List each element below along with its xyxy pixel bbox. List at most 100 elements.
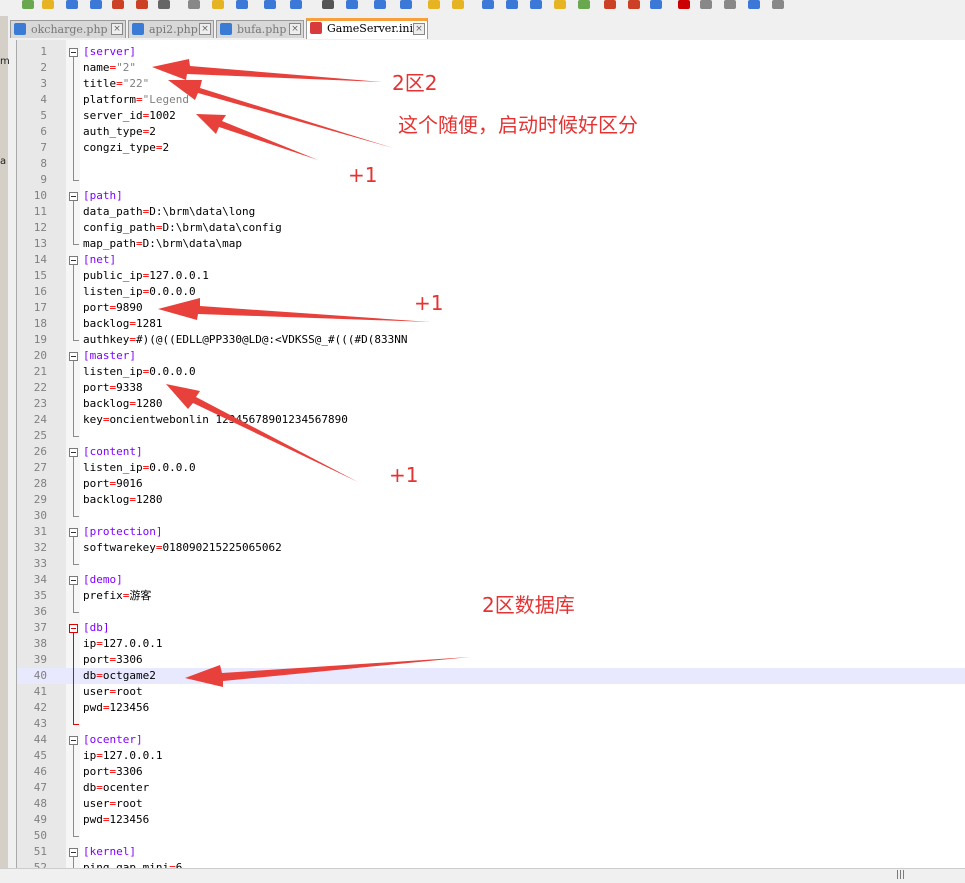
code-line[interactable]: 30 <box>17 508 965 524</box>
code-line[interactable]: 10 [path] <box>17 188 965 204</box>
code-line[interactable]: 31 [protection] <box>17 524 965 540</box>
fold-toggle-icon[interactable] <box>69 256 78 265</box>
toolbar-button-icon[interactable] <box>452 0 464 9</box>
line-text[interactable]: [kernel] <box>83 844 136 860</box>
line-text[interactable]: backlog=1280 <box>83 396 162 412</box>
line-text[interactable]: map_path=D:\brm\data\map <box>83 236 242 252</box>
code-line[interactable]: 1 [server] <box>17 44 965 60</box>
code-line[interactable]: 18 backlog=1281 <box>17 316 965 332</box>
code-line[interactable]: 17 port=9890 <box>17 300 965 316</box>
fold-toggle-icon[interactable] <box>69 736 78 745</box>
code-line[interactable]: 32 softwarekey=018090215225065062 <box>17 540 965 556</box>
tab-bufa[interactable]: bufa.php × <box>216 20 304 38</box>
code-line[interactable]: 8 <box>17 156 965 172</box>
line-text[interactable]: user=root <box>83 684 143 700</box>
horizontal-scrollbar[interactable]: ||| <box>0 868 965 883</box>
toolbar-button-icon[interactable] <box>604 0 616 9</box>
line-text[interactable]: key=oncientwebonlin 12345678901234567890 <box>83 412 348 428</box>
line-text[interactable]: [content] <box>83 444 143 460</box>
code-line[interactable]: 50 <box>17 828 965 844</box>
toolbar-button-icon[interactable] <box>158 0 170 9</box>
line-text[interactable]: congzi_type=2 <box>83 140 169 156</box>
code-line[interactable]: 16 listen_ip=0.0.0.0 <box>17 284 965 300</box>
code-line[interactable]: 12 config_path=D:\brm\data\config <box>17 220 965 236</box>
line-text[interactable]: user=root <box>83 796 143 812</box>
editor-area[interactable]: 1 [server] 2 name="2" 3 title="22" 4 platform="… <box>16 40 965 868</box>
code-line[interactable]: 23 backlog=1280 <box>17 396 965 412</box>
toolbar-button-icon[interactable] <box>188 0 200 9</box>
line-text[interactable]: ip=127.0.0.1 <box>83 748 162 764</box>
tab-gameserver-ini[interactable]: GameServer.ini × <box>306 18 428 39</box>
toolbar-button-icon[interactable] <box>506 0 518 9</box>
code-line[interactable]: 33 <box>17 556 965 572</box>
line-text[interactable]: softwarekey=018090215225065062 <box>83 540 282 556</box>
code-line[interactable]: 9 <box>17 172 965 188</box>
toolbar-button-icon[interactable] <box>428 0 440 9</box>
code-line[interactable]: 13 map_path=D:\brm\data\map <box>17 236 965 252</box>
toolbar-button-icon[interactable] <box>264 0 276 9</box>
toolbar-button-icon[interactable] <box>748 0 760 9</box>
line-text[interactable]: [db] <box>83 620 110 636</box>
code-line[interactable]: 44 [ocenter] <box>17 732 965 748</box>
line-text[interactable]: server_id=1002 <box>83 108 176 124</box>
toolbar-button-icon[interactable] <box>90 0 102 9</box>
code-line[interactable]: 38 ip=127.0.0.1 <box>17 636 965 652</box>
toolbar-button-icon[interactable] <box>678 0 690 9</box>
code-line[interactable]: 40 db=octgame2 <box>17 668 965 684</box>
code-line[interactable]: 11 data_path=D:\brm\data\long <box>17 204 965 220</box>
code-line[interactable]: 51 [kernel] <box>17 844 965 860</box>
line-text[interactable]: [net] <box>83 252 116 268</box>
line-text[interactable]: listen_ip=0.0.0.0 <box>83 284 196 300</box>
toolbar-button-icon[interactable] <box>650 0 662 9</box>
line-text[interactable]: ping_gap_mini=6 <box>83 860 182 868</box>
line-text[interactable]: backlog=1281 <box>83 316 162 332</box>
line-text[interactable]: title="22" <box>83 76 149 92</box>
code-line[interactable]: 20 [master] <box>17 348 965 364</box>
line-text[interactable]: [path] <box>83 188 123 204</box>
toolbar-button-icon[interactable] <box>700 0 712 9</box>
code-line[interactable]: 26 [content] <box>17 444 965 460</box>
code-line[interactable]: 34 [demo] <box>17 572 965 588</box>
code-line[interactable]: 4 platform="Legend <box>17 92 965 108</box>
fold-toggle-icon[interactable] <box>69 192 78 201</box>
line-text[interactable]: ip=127.0.0.1 <box>83 636 162 652</box>
line-text[interactable]: name="2" <box>83 60 136 76</box>
toolbar-button-icon[interactable] <box>374 0 386 9</box>
code-line[interactable]: 43 <box>17 716 965 732</box>
code-line[interactable]: 19 authkey=#)(@((EDLL@PP330@LD@:<VDKSS@_#… <box>17 332 965 348</box>
line-text[interactable]: db=octgame2 <box>83 668 156 684</box>
line-text[interactable]: port=9016 <box>83 476 143 492</box>
line-text[interactable]: prefix=游客 <box>83 588 151 604</box>
tab-api2[interactable]: api2.php × <box>128 20 214 38</box>
code-line[interactable]: 24 key=oncientwebonlin 123456789012345678… <box>17 412 965 428</box>
line-text[interactable]: [server] <box>83 44 136 60</box>
line-text[interactable]: [master] <box>83 348 136 364</box>
code-line[interactable]: 7 congzi_type=2 <box>17 140 965 156</box>
toolbar-button-icon[interactable] <box>322 0 334 9</box>
fold-toggle-icon[interactable] <box>69 448 78 457</box>
fold-toggle-icon[interactable] <box>69 624 78 633</box>
toolbar-button-icon[interactable] <box>772 0 784 9</box>
toolbar-button-icon[interactable] <box>482 0 494 9</box>
line-text[interactable]: pwd=123456 <box>83 812 149 828</box>
close-icon[interactable]: × <box>199 23 211 35</box>
fold-toggle-icon[interactable] <box>69 576 78 585</box>
code-line[interactable]: 42 pwd=123456 <box>17 700 965 716</box>
code-line[interactable]: 3 title="22" <box>17 76 965 92</box>
code-line[interactable]: 49 pwd=123456 <box>17 812 965 828</box>
line-text[interactable]: listen_ip=0.0.0.0 <box>83 364 196 380</box>
code-line[interactable]: 41 user=root <box>17 684 965 700</box>
line-text[interactable]: authkey=#)(@((EDLL@PP330@LD@:<VDKSS@_#((… <box>83 332 408 348</box>
code-line[interactable]: 28 port=9016 <box>17 476 965 492</box>
code-line[interactable]: 22 port=9338 <box>17 380 965 396</box>
tab-okcharge[interactable]: okcharge.php × <box>10 20 126 38</box>
line-text[interactable]: port=9338 <box>83 380 143 396</box>
code-line[interactable]: 39 port=3306 <box>17 652 965 668</box>
line-text[interactable]: [demo] <box>83 572 123 588</box>
code-line[interactable]: 29 backlog=1280 <box>17 492 965 508</box>
toolbar-button-icon[interactable] <box>42 0 54 9</box>
code-line[interactable]: 2 name="2" <box>17 60 965 76</box>
line-text[interactable]: port=9890 <box>83 300 143 316</box>
toolbar-button-icon[interactable] <box>578 0 590 9</box>
line-text[interactable]: public_ip=127.0.0.1 <box>83 268 209 284</box>
